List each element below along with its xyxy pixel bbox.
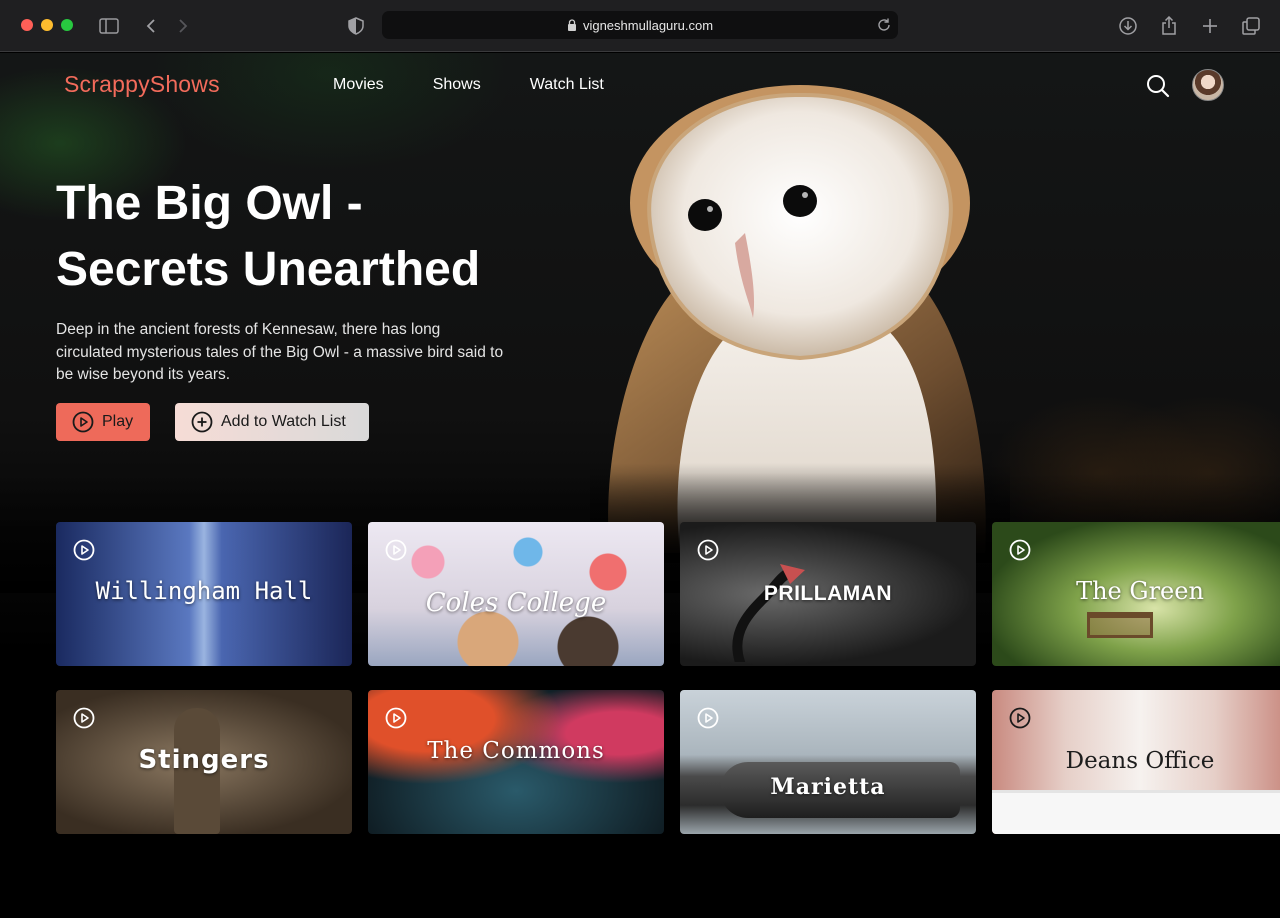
add-to-watch-list-label: Add to Watch List bbox=[221, 413, 346, 430]
window-controls bbox=[21, 19, 73, 31]
new-tab-icon[interactable] bbox=[1198, 14, 1222, 38]
nav-item-movies[interactable]: Movies bbox=[333, 76, 384, 94]
show-card-willingham-hall[interactable]: Willingham Hall bbox=[56, 522, 352, 666]
hero-title-line1: The Big Owl - bbox=[56, 177, 363, 230]
show-card-coles-college[interactable]: Coles College bbox=[368, 522, 664, 666]
swing-bench-image bbox=[1087, 612, 1153, 638]
search-icon[interactable] bbox=[1145, 73, 1171, 99]
show-title: Willingham Hall bbox=[95, 577, 313, 605]
privacy-shield-icon[interactable] bbox=[344, 14, 368, 38]
hero-title: The Big Owl - Secrets Unearthed bbox=[56, 171, 576, 303]
zoom-window-button[interactable] bbox=[61, 19, 73, 31]
show-card-marietta[interactable]: Marietta bbox=[680, 690, 976, 834]
share-icon[interactable] bbox=[1157, 14, 1181, 38]
snake-image bbox=[732, 564, 805, 662]
show-title: Marietta bbox=[770, 774, 886, 800]
show-title: Stingers bbox=[138, 745, 270, 775]
play-circle-icon[interactable] bbox=[697, 539, 719, 561]
plus-circle-icon bbox=[191, 411, 213, 433]
stage-floor-image bbox=[992, 790, 1280, 834]
show-title: PRILLAMAN bbox=[763, 582, 893, 605]
show-card-the-green[interactable]: The Green bbox=[992, 522, 1280, 666]
address-bar[interactable]: vigneshmullaguru.com bbox=[382, 11, 898, 39]
minimize-window-button[interactable] bbox=[41, 19, 53, 31]
add-to-watch-list-button[interactable]: Add to Watch List bbox=[175, 403, 369, 441]
play-circle-icon[interactable] bbox=[385, 707, 407, 729]
url-text: vigneshmullaguru.com bbox=[582, 17, 714, 33]
show-title: Coles College bbox=[425, 588, 607, 618]
show-card-the-commons[interactable]: The Commons bbox=[368, 690, 664, 834]
sidebar-toggle-icon[interactable] bbox=[97, 14, 121, 38]
play-circle-icon[interactable] bbox=[73, 539, 95, 561]
back-icon[interactable] bbox=[139, 14, 163, 38]
show-card-prillaman[interactable]: PRILLAMAN bbox=[680, 522, 976, 666]
page: ScrappyShows Movies Shows Watch List The… bbox=[0, 53, 1280, 918]
browser-toolbar: vigneshmullaguru.com bbox=[0, 0, 1280, 52]
close-window-button[interactable] bbox=[21, 19, 33, 31]
show-card-deans-office[interactable]: Deans Office bbox=[992, 690, 1280, 834]
nav-item-shows[interactable]: Shows bbox=[433, 76, 481, 94]
show-title: The Commons bbox=[427, 738, 605, 764]
main-nav: Movies Shows Watch List bbox=[333, 76, 604, 94]
reload-icon[interactable] bbox=[876, 17, 892, 33]
play-circle-icon[interactable] bbox=[385, 539, 407, 561]
hero-title-line2: Secrets Unearthed bbox=[56, 243, 481, 296]
play-button-label: Play bbox=[102, 413, 134, 430]
play-circle-icon[interactable] bbox=[73, 707, 95, 729]
tab-overview-icon[interactable] bbox=[1239, 14, 1263, 38]
forward-icon[interactable] bbox=[171, 14, 195, 38]
play-circle-icon[interactable] bbox=[697, 707, 719, 729]
show-title: Deans Office bbox=[1065, 748, 1215, 774]
play-circle-icon[interactable] bbox=[1009, 707, 1031, 729]
show-card-stingers[interactable]: Stingers bbox=[56, 690, 352, 834]
hero-description: Deep in the ancient forests of Kennesaw,… bbox=[56, 321, 504, 383]
user-avatar[interactable] bbox=[1192, 69, 1224, 101]
site-logo[interactable]: ScrappyShows bbox=[64, 71, 220, 98]
play-circle-icon bbox=[72, 411, 94, 433]
play-button[interactable]: Play bbox=[56, 403, 150, 441]
lock-icon bbox=[567, 19, 576, 31]
play-circle-icon[interactable] bbox=[1009, 539, 1031, 561]
nav-item-watch-list[interactable]: Watch List bbox=[530, 76, 604, 94]
show-title: The Green bbox=[1076, 577, 1204, 605]
downloads-icon[interactable] bbox=[1116, 14, 1140, 38]
